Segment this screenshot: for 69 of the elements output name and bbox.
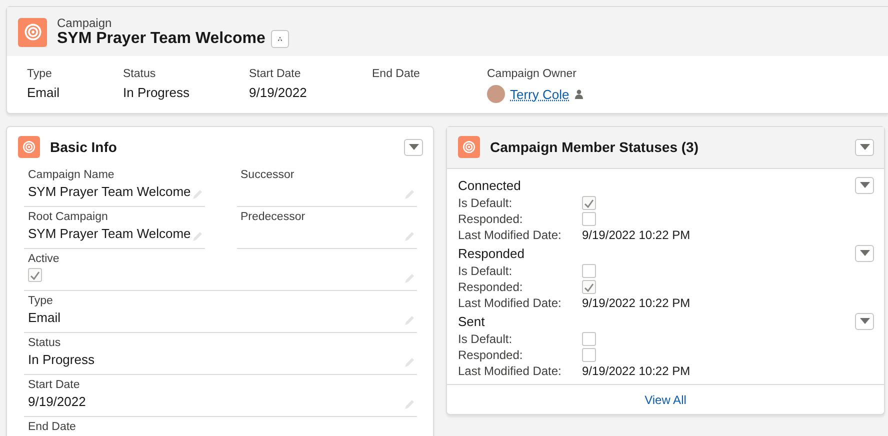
field-label: Campaign Owner xyxy=(487,68,578,80)
pencil-icon[interactable] xyxy=(404,189,415,200)
pencil-icon[interactable] xyxy=(404,273,415,284)
field-value: 9/19/2022 xyxy=(249,85,308,100)
field-label: Responded: xyxy=(458,212,524,226)
field-label: End Date xyxy=(372,68,421,80)
field-label: Last Modified Date: xyxy=(458,364,562,378)
field-label: End Date xyxy=(28,421,77,433)
hierarchy-button[interactable] xyxy=(271,30,290,48)
caret-icon xyxy=(860,182,870,189)
field-value: In Progress xyxy=(28,352,94,368)
checkbox[interactable] xyxy=(28,268,42,282)
pencil-icon[interactable] xyxy=(404,357,415,368)
pencil-icon[interactable] xyxy=(404,231,415,242)
field-label: Campaign Name xyxy=(28,169,116,181)
field-value: In Progress xyxy=(123,85,190,100)
field-label: Successor xyxy=(240,169,296,181)
dropdown-button[interactable] xyxy=(855,245,874,262)
target-icon xyxy=(18,136,40,158)
avatar xyxy=(487,85,505,103)
object-type: Campaign xyxy=(57,16,113,30)
field-label: Active xyxy=(28,253,60,265)
field-value: 9/19/2022 10:22 PM xyxy=(582,364,692,378)
caret-icon xyxy=(860,250,870,257)
pencil-icon[interactable] xyxy=(404,399,415,410)
dropdown-button[interactable] xyxy=(404,138,423,156)
field-label: Status xyxy=(28,337,62,349)
field-value: Email xyxy=(28,310,61,326)
field-label: Type xyxy=(27,68,53,80)
field-label: Status xyxy=(123,68,157,80)
status-name: Sent xyxy=(458,314,485,329)
status-name: Connected xyxy=(458,178,521,193)
field-label: Is Default: xyxy=(458,332,514,346)
dropdown-button[interactable] xyxy=(855,177,874,194)
caret-icon xyxy=(860,318,870,325)
field-value: SYM Prayer Team Welcome xyxy=(28,226,191,242)
field-label: Type xyxy=(28,295,54,307)
field-label: Last Modified Date: xyxy=(458,228,562,242)
field-value: SYM Prayer Team Welcome xyxy=(28,184,191,200)
status-name: Responded xyxy=(458,246,524,261)
field-label: Responded: xyxy=(458,280,524,294)
dropdown-button[interactable] xyxy=(855,138,874,156)
change-owner-icon[interactable] xyxy=(574,89,584,99)
field-value: Email xyxy=(27,85,61,100)
pencil-icon[interactable] xyxy=(404,315,415,326)
field-value: 9/19/2022 10:22 PM xyxy=(582,296,692,310)
field-label: Responded: xyxy=(458,348,524,362)
field-value: 9/19/2022 10:22 PM xyxy=(582,228,692,242)
card-title: Basic Info xyxy=(50,139,118,155)
field-label: Is Default: xyxy=(458,196,514,210)
dropdown-button[interactable] xyxy=(855,313,874,330)
hierarchy-icon xyxy=(278,34,282,44)
caret-icon xyxy=(408,144,418,150)
card-title: Campaign Member Statuses (3) xyxy=(490,139,700,155)
target-icon xyxy=(458,136,480,158)
field-label: Last Modified Date: xyxy=(458,296,562,310)
field-label: Predecessor xyxy=(240,211,306,223)
field-label: Start Date xyxy=(249,68,302,80)
field-label: Start Date xyxy=(28,379,81,391)
field-label: Root Campaign xyxy=(28,211,109,223)
field-label: Is Default: xyxy=(458,264,514,278)
caret-icon xyxy=(860,144,870,150)
owner-link[interactable]: Terry Cole xyxy=(510,86,570,102)
pencil-icon[interactable] xyxy=(192,231,202,242)
record-title: SYM Prayer Team Welcome xyxy=(57,30,266,48)
field-value: 9/19/2022 xyxy=(28,394,86,410)
pencil-icon[interactable] xyxy=(192,189,202,200)
target-icon xyxy=(18,18,47,46)
view-all-link[interactable]: View All xyxy=(644,393,686,407)
